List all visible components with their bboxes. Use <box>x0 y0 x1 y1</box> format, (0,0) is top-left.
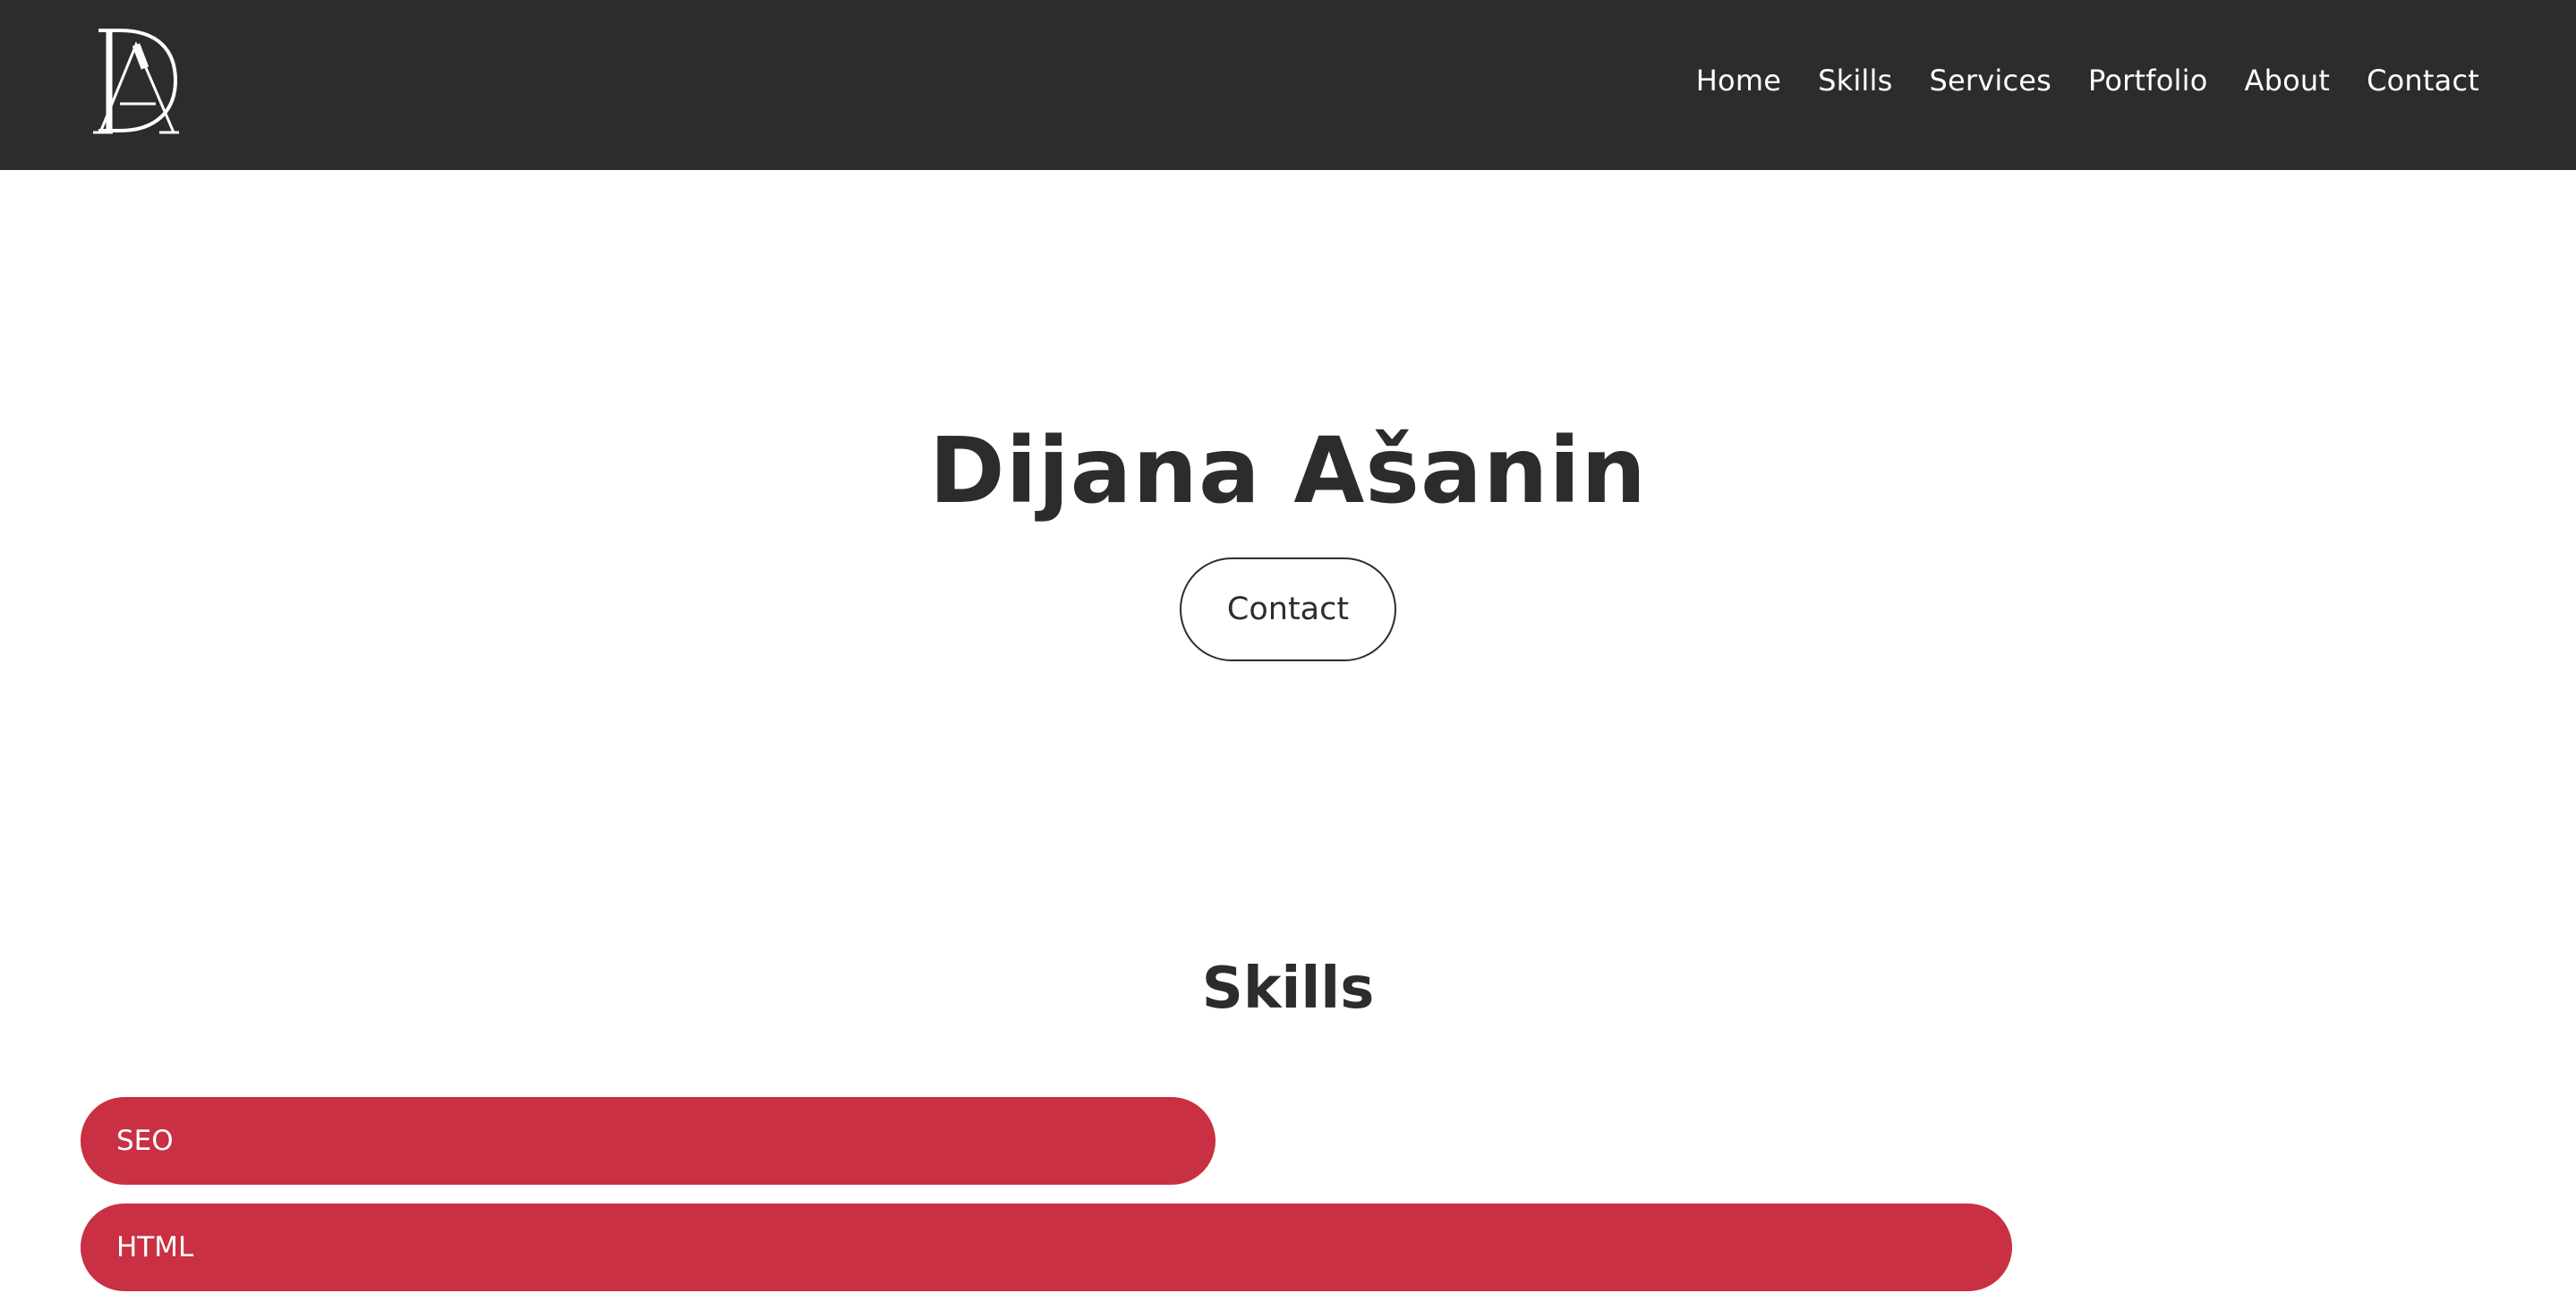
nav-link-home[interactable]: Home <box>1696 64 1781 98</box>
skills-list: SEO HTML <box>81 1097 2495 1310</box>
skill-label: SEO <box>116 1125 174 1157</box>
main-nav: Home Skills Services Portfolio About Con… <box>1696 0 2479 161</box>
navbar: Home Skills Services Portfolio About Con… <box>0 0 2576 170</box>
skill-bar-html: HTML <box>81 1204 2013 1291</box>
skill-label: HTML <box>116 1231 194 1263</box>
hero-name: Dijana Ašanin <box>928 418 1648 524</box>
nav-link-contact[interactable]: Contact <box>2367 64 2479 98</box>
hero-contact-button[interactable]: Contact <box>1180 557 1396 661</box>
nav-link-about[interactable]: About <box>2244 64 2330 98</box>
skills-title: Skills <box>1201 956 1375 1022</box>
logo-monogram-icon <box>93 29 179 134</box>
nav-link-skills[interactable]: Skills <box>1818 64 1892 98</box>
skill-bar-seo: SEO <box>81 1097 1216 1185</box>
nav-link-services[interactable]: Services <box>1929 64 2051 98</box>
nav-link-portfolio[interactable]: Portfolio <box>2088 64 2207 98</box>
logo[interactable] <box>93 27 179 136</box>
